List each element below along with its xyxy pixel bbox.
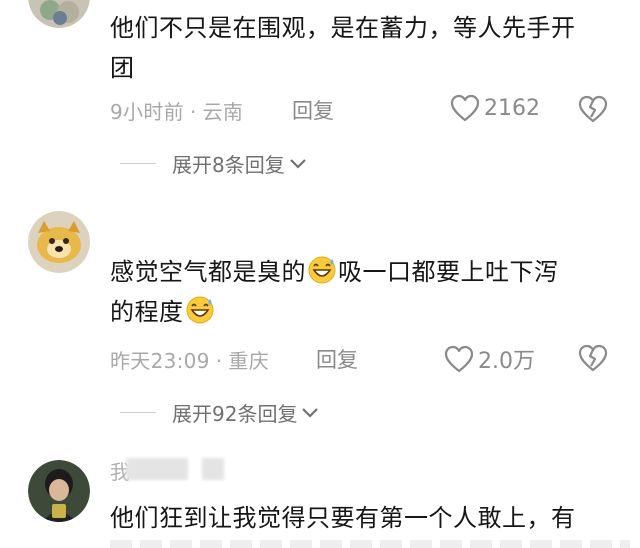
like-button[interactable]: 2.0万	[444, 343, 535, 375]
like-count: 2.0万	[478, 349, 535, 374]
heart-icon	[444, 345, 474, 373]
username-redaction	[202, 458, 224, 480]
separator-dot: ·	[215, 349, 223, 373]
chevron-down-icon	[289, 158, 306, 169]
reply-button[interactable]: 回复	[292, 95, 334, 125]
avatar[interactable]	[28, 0, 90, 28]
like-count: 2162	[484, 95, 540, 121]
divider-line	[120, 411, 156, 414]
heart-icon	[450, 94, 480, 122]
broken-heart-icon	[578, 95, 608, 123]
avatar[interactable]	[28, 460, 90, 522]
comment-text: 感觉空气都是臭的 吸一口都要上吐下泻 的程度	[110, 252, 620, 332]
reply-button[interactable]: 回复	[316, 344, 358, 374]
comment-text: 他们不只是在围观，是在蓄力，等人先手开 团	[110, 14, 576, 82]
expand-replies-button[interactable]: 展开8条回复	[120, 149, 307, 178]
divider-line	[120, 162, 156, 165]
cut-off-text-row	[110, 540, 630, 548]
comment-meta: 9小时前 · 云南	[110, 96, 243, 125]
comment-text: 他们狂到让我觉得只要有第一个人敢上，有	[110, 504, 576, 532]
comment-time: 昨天23:09	[110, 349, 210, 373]
dislike-button[interactable]	[578, 344, 608, 376]
grinning-sweat-emoji	[186, 296, 213, 324]
chevron-down-icon	[302, 407, 319, 418]
broken-heart-icon	[578, 344, 608, 372]
expand-replies-button[interactable]: 展开92条回复	[120, 398, 319, 427]
avatar[interactable]	[28, 211, 90, 273]
separator-dot: ·	[189, 100, 197, 124]
comment-time: 9小时前	[110, 100, 184, 124]
expand-replies-label: 展开8条回复	[172, 153, 285, 177]
like-button[interactable]: 2162	[450, 94, 540, 122]
grinning-sweat-emoji	[308, 256, 336, 284]
expand-replies-label: 展开92条回复	[172, 402, 298, 426]
username-redaction	[126, 458, 188, 480]
comment-meta: 昨天23:09 · 重庆	[110, 345, 269, 374]
comment-location: 重庆	[228, 349, 270, 373]
dislike-button[interactable]	[578, 95, 608, 127]
comment-location: 云南	[202, 100, 244, 124]
